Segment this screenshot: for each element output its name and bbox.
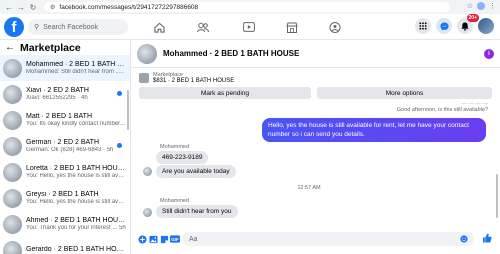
url-text: facebook.com/messages/t/2941727229788660…: [59, 3, 199, 11]
conversation-snippet: German: Ok (828) 469-6843 · 5h: [26, 147, 114, 153]
friends-icon[interactable]: [193, 14, 213, 40]
listing-thumbnail: [3, 110, 22, 130]
emoji-icon[interactable]: [460, 235, 468, 245]
site-info-icon[interactable]: ⚙: [50, 4, 55, 11]
conversation-snippet: You: Hello, yes the house is still avai.…: [26, 199, 126, 205]
search-icon: ⚲: [34, 24, 40, 31]
conversation-snippet: You: Its okay kindly contact number... 5…: [26, 121, 126, 127]
back-arrow-icon[interactable]: ←: [3, 1, 15, 13]
menu-grid-icon[interactable]: [415, 18, 431, 34]
listing-thumbnail: [139, 73, 149, 83]
message-timestamp: 12:57 AM: [297, 185, 321, 191]
listing-thumbnail: [3, 214, 22, 234]
marketplace-title: Marketplace: [20, 41, 81, 54]
conversation-item[interactable]: German · 2 ED 2 BATH German: Ok (828) 46…: [0, 133, 130, 159]
marketplace-conversation-list: ← Marketplace Mohammed · 2 BED 1 BATH HO…: [0, 40, 131, 254]
star-icon[interactable]: ☆: [467, 2, 473, 10]
conversation-title: Ahmed · 2 BED 1 BATH HOUSE: [26, 217, 126, 224]
listing-thumbnail: [3, 136, 22, 156]
conversation-snippet: You: Thank you for your interest ... 5h: [26, 225, 126, 231]
marketplace-icon[interactable]: [282, 14, 302, 40]
conversation-title: Loretta · 2 BED 1 BATH HOUSE: [26, 165, 126, 172]
search-placeholder: Search Facebook: [43, 23, 99, 31]
conversation-title: Xiavi · 2 ED 2 BATH: [26, 87, 89, 94]
marketplace-header: ← Marketplace: [0, 40, 130, 55]
previous-message-text: Good afternoon, is this still available?: [396, 107, 488, 113]
browser-toolbar: ← → ↻ ⚙ facebook.com/messages/t/29417272…: [0, 0, 500, 14]
info-icon[interactable]: i: [484, 49, 494, 59]
message-composer: GIF Aa: [131, 228, 500, 250]
unread-dot-icon: [117, 143, 122, 148]
conversation-item[interactable]: Mohammed · 2 BED 1 BATH HOUSE Mohammed: …: [0, 55, 130, 81]
browser-menu-icon[interactable]: ⋮: [489, 2, 496, 10]
conversation-title: German · 2 ED 2 BATH: [26, 139, 100, 146]
incoming-message-bubble[interactable]: Still didn't hear from you: [156, 205, 238, 218]
chat-panel: Mohammed · 2 BED 1 BATH HOUSE i Marketpl…: [131, 40, 500, 254]
conversation-item[interactable]: Xiavi · 2 ED 2 BATH Xiavi: 6612552295 · …: [0, 81, 130, 107]
messenger-icon[interactable]: [436, 18, 452, 34]
sticker-icon[interactable]: [159, 234, 169, 244]
more-options-button[interactable]: More options: [317, 87, 492, 99]
sender-avatar[interactable]: [143, 208, 152, 217]
listing-thumbnail: [3, 58, 22, 78]
conversation-item[interactable]: Gerardo · 2 BED 1 BATH HOUSE: [0, 237, 130, 254]
conversation-item[interactable]: Ahmed · 2 BED 1 BATH HOUSE You: Thank yo…: [0, 211, 130, 237]
address-bar[interactable]: ⚙ facebook.com/messages/t/29417272297886…: [44, 2, 450, 12]
chat-header: Mohammed · 2 BED 1 BATH HOUSE i: [131, 40, 500, 68]
sender-name: Mohammed: [160, 198, 190, 204]
incoming-message-bubble[interactable]: 469-223-9189: [156, 151, 209, 164]
image-icon[interactable]: [148, 234, 158, 244]
back-arrow-icon[interactable]: ←: [5, 42, 15, 53]
conversation-title: Mohammed · 2 BED 1 BATH HOUSE: [26, 61, 126, 68]
conversation-item[interactable]: Greysi · 2 BED 1 BATH You: Hello, yes th…: [0, 185, 130, 211]
account-avatar[interactable]: [478, 18, 494, 34]
conversation-snippet: Xiavi: 6612552295 · 4h: [26, 95, 88, 101]
conversation-title: Gerardo · 2 BED 1 BATH HOUSE: [26, 246, 126, 253]
forward-arrow-icon[interactable]: →: [15, 1, 27, 13]
mark-as-pending-button[interactable]: Mark as pending: [139, 87, 311, 99]
notifications-bell-icon[interactable]: 20+: [457, 14, 479, 34]
facebook-header: f ⚲ Search Facebook 20+: [0, 14, 500, 40]
chat-scrollbar[interactable]: [496, 174, 498, 218]
listing-thumbnail: [3, 188, 22, 208]
message-input-placeholder: Aa: [189, 235, 198, 243]
unread-dot-icon: [117, 91, 122, 96]
message-input[interactable]: Aa: [182, 232, 474, 246]
conversation-snippet: You: Hello, yes the house is still avail…: [26, 173, 126, 179]
notification-count-badge: 20+: [466, 14, 479, 22]
home-icon[interactable]: [149, 14, 169, 40]
outgoing-message-bubble[interactable]: Hello, yes the house is still available …: [262, 118, 486, 142]
reload-icon[interactable]: ↻: [27, 1, 39, 13]
thumbs-up-icon[interactable]: [482, 233, 492, 245]
search-input[interactable]: ⚲ Search Facebook: [28, 19, 128, 35]
listing-price: $831 · 2 BED 1 BATH HOUSE: [153, 78, 235, 84]
facebook-logo-icon[interactable]: f: [4, 17, 24, 37]
svg-text:GIF: GIF: [171, 237, 179, 242]
conversation-snippet: Mohammed: Still didn't hear from ... 2h: [26, 69, 126, 75]
groups-icon[interactable]: [325, 14, 345, 40]
incoming-message-bubble[interactable]: Are you available today: [156, 165, 236, 178]
conversation-title: Matt · 2 BED 1 BATH: [26, 113, 92, 120]
plus-circle-icon[interactable]: [137, 234, 147, 244]
conversation-item[interactable]: Loretta · 2 BED 1 BATH HOUSE You: Hello,…: [0, 159, 130, 185]
chat-title[interactable]: Mohammed · 2 BED 1 BATH HOUSE: [163, 49, 299, 58]
conversation-title: Greysi · 2 BED 1 BATH: [26, 191, 99, 198]
gif-icon[interactable]: GIF: [170, 234, 180, 244]
watch-icon[interactable]: [239, 14, 259, 40]
listing-thumbnail: [3, 162, 22, 182]
profile-icon[interactable]: [477, 2, 485, 10]
sender-name: Mohammed: [160, 144, 190, 150]
listing-summary[interactable]: Marketplace $831 · 2 BED 1 BATH HOUSE: [139, 71, 499, 85]
listing-thumbnail: [3, 240, 22, 254]
chat-avatar[interactable]: [137, 43, 157, 64]
listing-thumbnail: [3, 84, 22, 104]
sidebar-scrollbar[interactable]: [127, 90, 129, 130]
sender-avatar[interactable]: [143, 167, 152, 176]
conversation-item[interactable]: Matt · 2 BED 1 BATH You: Its okay kindly…: [0, 107, 130, 133]
